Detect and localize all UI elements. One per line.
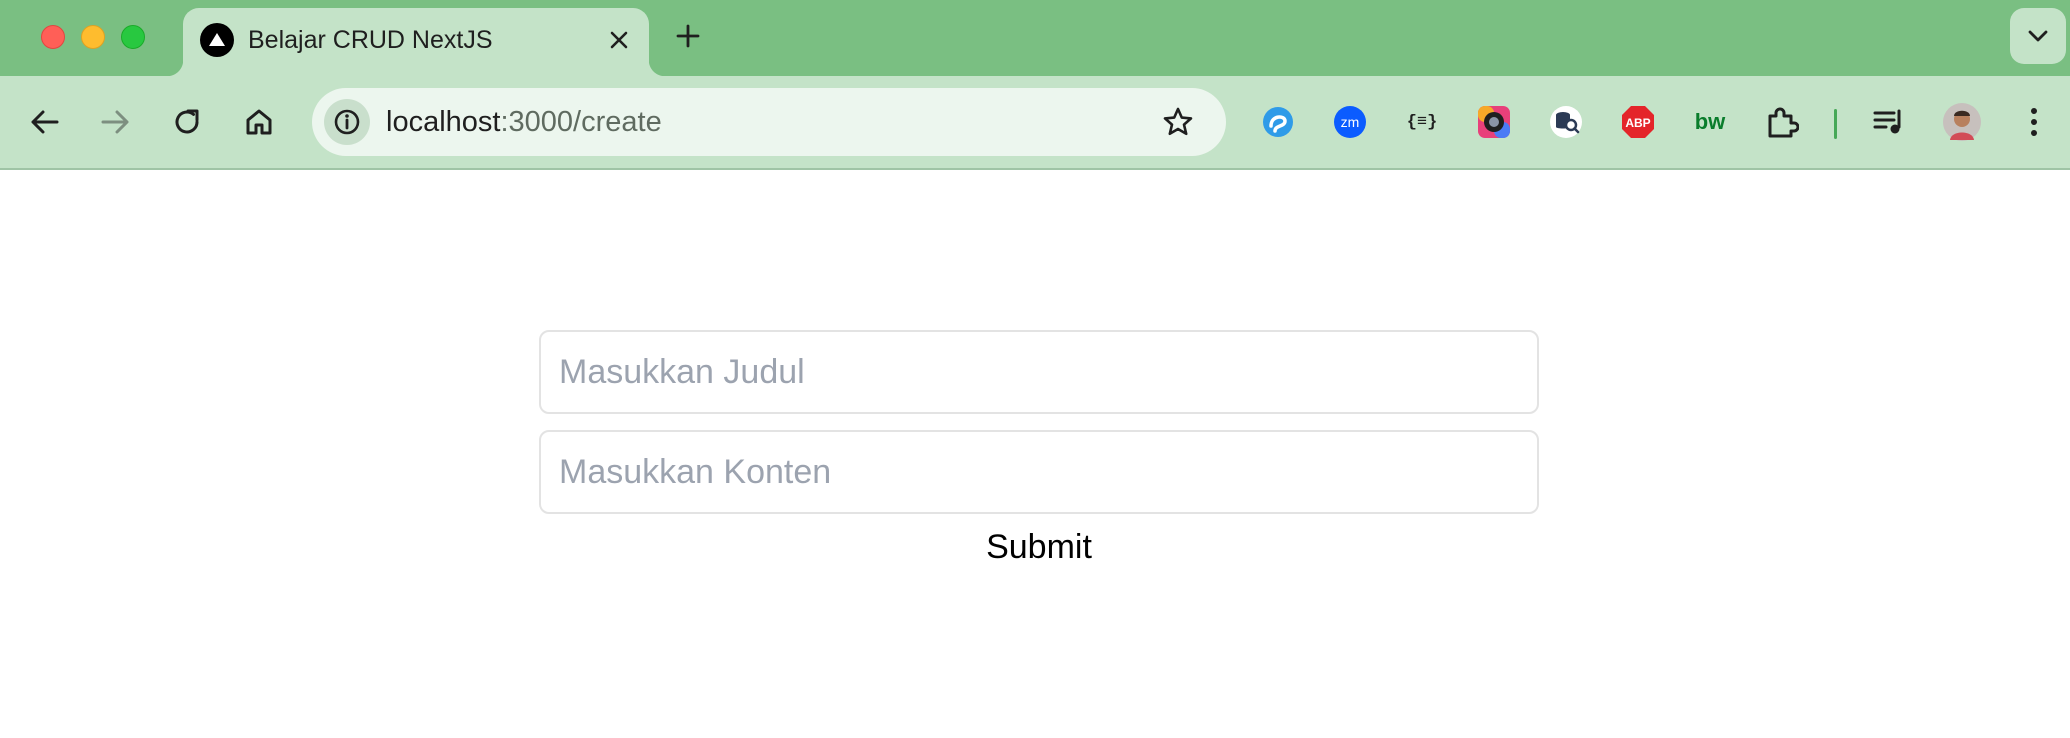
adblock-plus-label: ABP: [1625, 116, 1650, 130]
title-input[interactable]: [539, 330, 1539, 414]
url-path: :3000/create: [500, 106, 662, 138]
adblock-plus-extension-icon[interactable]: ABP: [1615, 99, 1661, 145]
window-close-button[interactable]: [41, 25, 65, 49]
zoom-extension-icon[interactable]: zm: [1327, 99, 1373, 145]
extensions-puzzle-icon[interactable]: [1759, 99, 1805, 145]
toolbar-divider: [1834, 109, 1837, 139]
window-minimize-button[interactable]: [81, 25, 105, 49]
browser-chrome: Belajar CRUD NextJS localhost:3000/creat…: [0, 0, 2070, 170]
swirl-extension-icon[interactable]: [1255, 99, 1301, 145]
back-arrow-icon[interactable]: [21, 99, 67, 145]
tab-strip: Belajar CRUD NextJS: [0, 0, 2070, 76]
site-info-icon[interactable]: [324, 99, 370, 145]
content-input[interactable]: [539, 430, 1539, 514]
tab-search-chevron-down-icon[interactable]: [2010, 8, 2066, 64]
nextjs-favicon-icon: [200, 23, 234, 57]
browser-toolbar: localhost:3000/create zm {≡} ABP bw: [0, 76, 2070, 170]
forward-arrow-icon[interactable]: [93, 99, 139, 145]
url-text[interactable]: localhost:3000/create: [386, 105, 662, 139]
window-maximize-button[interactable]: [121, 25, 145, 49]
submit-button[interactable]: Submit: [939, 524, 1139, 570]
active-tab[interactable]: Belajar CRUD NextJS: [167, 8, 665, 76]
bw-extension-icon[interactable]: bw: [1687, 99, 1733, 145]
bw-extension-label: bw: [1694, 109, 1726, 134]
browser-menu-kebab-icon[interactable]: [2011, 99, 2057, 145]
bookmark-star-icon[interactable]: [1158, 102, 1198, 142]
url-host: localhost: [386, 106, 501, 138]
reload-icon[interactable]: [164, 99, 210, 145]
new-tab-plus-icon[interactable]: [670, 18, 706, 54]
page-content: Submit: [0, 170, 2070, 738]
media-queue-icon[interactable]: [1866, 99, 1912, 145]
zoom-extension-label: zm: [1341, 114, 1360, 130]
home-icon[interactable]: [236, 99, 282, 145]
address-bar[interactable]: localhost:3000/create: [312, 88, 1226, 156]
json-viewer-extension-icon[interactable]: {≡}: [1399, 99, 1445, 145]
tab-title: Belajar CRUD NextJS: [248, 26, 493, 54]
database-search-extension-icon[interactable]: [1543, 99, 1589, 145]
json-viewer-label: {≡}: [1406, 112, 1438, 132]
screen-recorder-extension-icon[interactable]: [1471, 99, 1517, 145]
tab-close-icon[interactable]: [603, 24, 635, 56]
profile-avatar[interactable]: [1939, 99, 1985, 145]
